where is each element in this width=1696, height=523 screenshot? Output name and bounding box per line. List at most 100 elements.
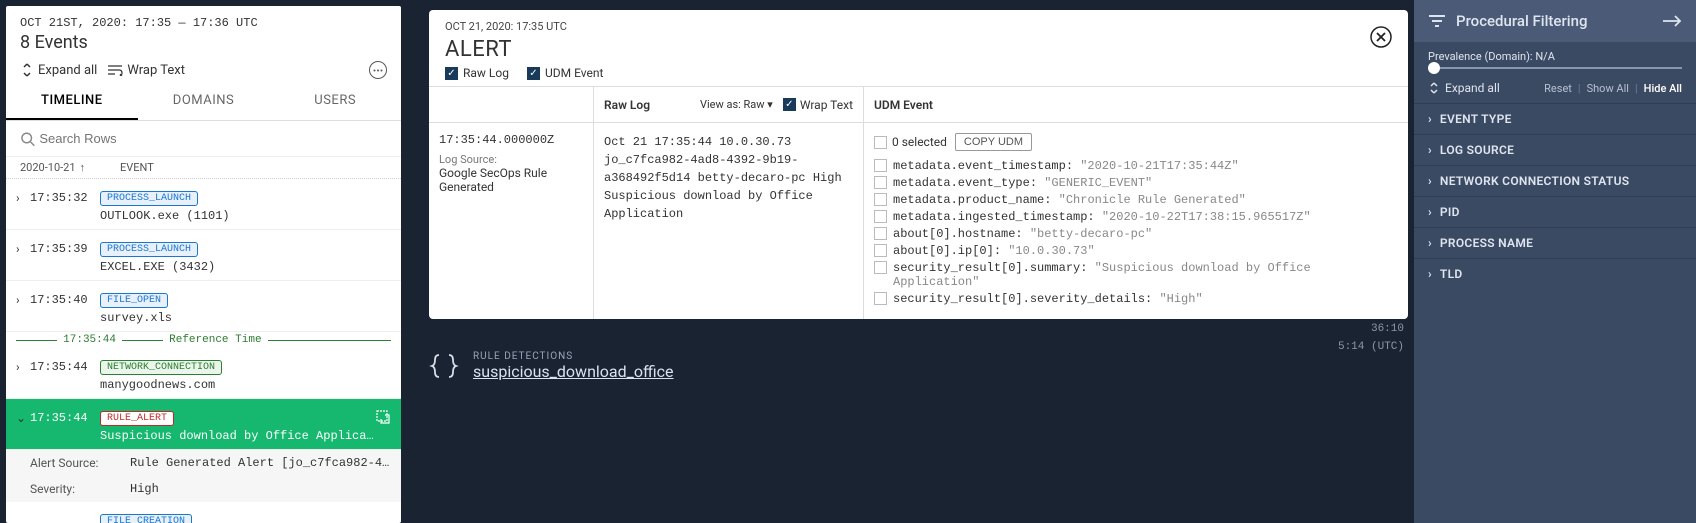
udm-value: "GENERIC_EVENT" (1044, 176, 1152, 190)
close-icon (1370, 26, 1392, 48)
udm-key: about[0].ip[0]: (893, 244, 1001, 258)
wrap-text-toggle[interactable]: Wrap Text (783, 98, 853, 112)
detail-timestamp: 17:35:44.000000Z (439, 133, 583, 147)
filter-show-all[interactable]: Show All (1587, 82, 1629, 95)
view-as-dropdown[interactable]: View as: Raw ▾ (700, 98, 773, 111)
udm-field-row[interactable]: metadata.event_type: "GENERIC_EVENT" (874, 176, 1398, 190)
filter-section-label: LOG SOURCE (1440, 143, 1514, 157)
filter-section-label: EVENT TYPE (1440, 112, 1512, 126)
collapse-panel-button[interactable] (1662, 14, 1682, 28)
udm-checkbox[interactable] (874, 292, 887, 305)
chevron-right-icon: › (1428, 143, 1432, 157)
chevron-right-icon: › (1428, 174, 1432, 188)
chevron-down-icon[interactable]: ⌄ (16, 405, 30, 425)
udm-checkbox[interactable] (874, 244, 887, 257)
filter-section-label: PID (1440, 205, 1460, 219)
filter-section[interactable]: ›TLD (1414, 258, 1696, 289)
chevron-right-icon[interactable]: › (16, 185, 30, 205)
expand-all-button[interactable]: Expand all (20, 63, 97, 78)
expand-icon (20, 63, 34, 77)
filter-section[interactable]: › PID (1414, 196, 1696, 227)
tab-timeline[interactable]: TIMELINE (6, 83, 138, 120)
udm-select-all[interactable]: 0 selected (874, 135, 947, 149)
filter-reset[interactable]: Reset (1544, 82, 1572, 95)
event-detail-row: Alert Source:Rule Generated Alert [jo_c7… (6, 450, 401, 476)
event-tag: FILE_OPEN (100, 293, 168, 308)
event-desc: OUTLOOK.exe (1101) (100, 209, 391, 223)
detail-label: Severity: (30, 482, 130, 496)
chevron-right-icon: › (1428, 267, 1432, 281)
expand-icon (1428, 82, 1440, 94)
udm-field-row[interactable]: metadata.product_name: "Chronicle Rule G… (874, 193, 1398, 207)
chevron-right-icon[interactable]: › (16, 354, 30, 374)
filter-section[interactable]: › LOG SOURCE (1414, 134, 1696, 165)
event-row-alert[interactable]: ⌄ 17:35:44 RULE_ALERTSuspicious download… (6, 399, 401, 450)
event-desc: survey.xls (100, 311, 391, 325)
pin-icon[interactable] (375, 405, 391, 425)
rule-detection-link[interactable]: suspicious_download_office (473, 362, 674, 381)
close-button[interactable] (1370, 26, 1392, 48)
udm-value: "High" (1159, 292, 1202, 306)
event-time: 17:35:39 (30, 236, 100, 256)
event-tag: NETWORK_CONNECTION (100, 360, 222, 375)
udm-field-row[interactable]: security_result[0].summary: "Suspicious … (874, 261, 1398, 289)
tab-domains[interactable]: DOMAINS (138, 83, 270, 120)
udm-checkbox[interactable] (874, 227, 887, 240)
filter-section[interactable]: ›NETWORK CONNECTION STATUS (1414, 165, 1696, 196)
copy-udm-button[interactable]: COPY UDM (955, 133, 1032, 151)
filter-expand-all[interactable]: Expand all (1428, 81, 1500, 95)
detail-value: Rule Generated Alert [jo_c7fca982-4ad… (130, 456, 391, 470)
udm-checkbox[interactable] (874, 176, 887, 189)
udm-checkbox[interactable] (874, 210, 887, 223)
event-row[interactable]: › 17:35:32 PROCESS_LAUNCHOUTLOOK.exe (11… (6, 179, 401, 230)
event-row[interactable]: › 17:35:39 PROCESS_LAUNCH EXCEL.EXE (3432… (6, 230, 401, 281)
wrap-text-button[interactable]: Wrap Text (107, 63, 185, 78)
events-list: › 17:35:32 PROCESS_LAUNCH OUTLOOK.exe (11… (6, 179, 401, 523)
event-row[interactable]: FILE_CREATION (6, 502, 401, 523)
event-desc: EXCEL.EXE (3432) (100, 260, 391, 274)
udm-field-row[interactable]: about[0].hostname: "betty-decaro-pc" (874, 227, 1398, 241)
udm-value: "10.0.30.73" (1008, 244, 1094, 258)
event-detail-row: Severity:High (6, 476, 401, 502)
udm-key: security_result[0].summary: (893, 261, 1087, 275)
tabs: TIMELINE DOMAINS USERS (6, 83, 401, 121)
udm-key: metadata.event_timestamp: (893, 159, 1073, 173)
event-time: 17:35:32 (30, 185, 100, 205)
chevron-right-icon: › (1428, 205, 1432, 219)
search-input[interactable] (35, 127, 387, 150)
udm-field-row[interactable]: metadata.ingested_timestamp: "2020-10-22… (874, 210, 1398, 224)
detail-area: OCT 21, 2020: 17:35 UTC ALERT Raw Log UD… (401, 0, 1414, 523)
udm-checkbox[interactable] (874, 193, 887, 206)
event-tag: RULE_ALERT (100, 411, 174, 426)
chevron-right-icon[interactable]: › (16, 236, 30, 256)
udm-key: security_result[0].severity_details: (893, 292, 1152, 306)
chk-raw-log[interactable]: Raw Log (445, 66, 509, 80)
prevalence-slider[interactable] (1414, 67, 1696, 77)
udm-field-row[interactable]: security_result[0].severity_details: "Hi… (874, 292, 1398, 306)
event-tag: PROCESS_LAUNCH (100, 242, 198, 257)
tab-users[interactable]: USERS (269, 83, 401, 120)
udm-key: metadata.event_type: (893, 176, 1037, 190)
event-row[interactable]: › 17:35:40 FILE_OPENsurvey.xls (6, 281, 401, 332)
log-source-label: Log Source: (439, 153, 583, 166)
filter-hide-all[interactable]: Hide All (1644, 82, 1682, 95)
reference-time-row: 17:35:44Reference Time (6, 332, 401, 348)
udm-key: about[0].hostname: (893, 227, 1023, 241)
udm-field-row[interactable]: metadata.event_timestamp: "2020-10-21T17… (874, 159, 1398, 173)
date-range: OCT 21ST, 2020: 17:35 — 17:36 UTC (20, 16, 387, 30)
udm-checkbox[interactable] (874, 159, 887, 172)
event-row[interactable]: › 17:35:44 NETWORK_CONNECTIONmanygoodnew… (6, 348, 401, 399)
more-menu-button[interactable] (369, 61, 387, 79)
event-time: 17:35:44 (30, 405, 100, 425)
log-source: Google SecOps Rule Generated (439, 166, 583, 194)
udm-field-row[interactable]: about[0].ip[0]: "10.0.30.73" (874, 244, 1398, 258)
event-desc: manygoodnews.com (100, 378, 391, 392)
sort-asc-icon: ↑ (80, 161, 86, 174)
udm-checkbox[interactable] (874, 261, 887, 274)
filter-section[interactable]: ›PROCESS NAME (1414, 227, 1696, 258)
chevron-right-icon[interactable]: › (16, 287, 30, 307)
col-date[interactable]: 2020-10-21 ↑ (20, 161, 120, 174)
filter-section[interactable]: ›EVENT TYPE (1414, 103, 1696, 134)
udm-key: metadata.ingested_timestamp: (893, 210, 1095, 224)
chk-udm-event[interactable]: UDM Event (527, 66, 603, 80)
